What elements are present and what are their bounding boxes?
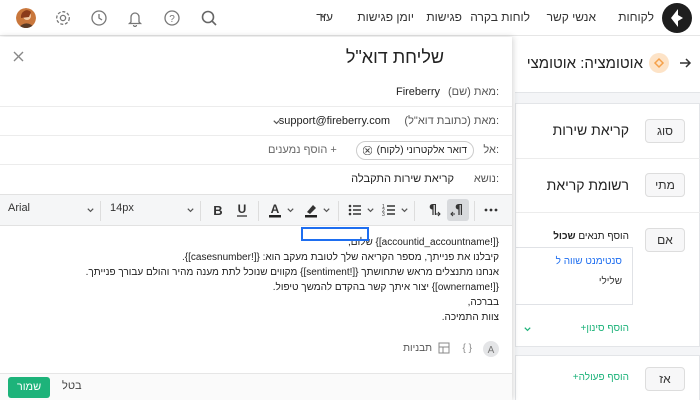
svg-text:A: A	[488, 345, 495, 356]
more-options-icon[interactable]	[480, 199, 502, 221]
svg-text:B: B	[213, 203, 222, 218]
body-line: בברכה,	[467, 297, 499, 308]
modal-title: שליחת דוא"ל	[345, 47, 444, 67]
svg-text:¶: ¶	[455, 203, 463, 218]
automation-panel: אוטומציה: אוטומצי סוג קריאת שירות מתי רש…	[515, 37, 700, 400]
text-format-icon[interactable]: A	[483, 341, 499, 357]
condition-field: סנטימנט שווה ל	[555, 256, 622, 267]
chevron-down-icon[interactable]	[272, 118, 281, 127]
send-email-modal: שליחת דוא"ל מאת (שם): Fireberry מאת (כתו…	[0, 37, 512, 400]
chevron-down-icon[interactable]	[318, 11, 328, 21]
chevron-down-icon[interactable]	[286, 206, 295, 215]
bold-button[interactable]: B	[207, 199, 229, 221]
automation-icon	[649, 53, 669, 73]
nav-contacts[interactable]: אנשי קשר	[547, 10, 596, 24]
body-line: קיבלנו את פנייתך, מספר הקריאה שלך לטובת …	[182, 252, 499, 263]
rtl-direction-button[interactable]: ¶	[447, 199, 469, 221]
body-line: צוות התמיכה.	[441, 312, 499, 323]
to-label: אל:	[483, 144, 499, 156]
clock-icon[interactable]	[90, 9, 108, 27]
braces-icon[interactable]: { }	[463, 343, 472, 354]
font-family-select[interactable]: Arial	[8, 202, 30, 214]
text-color-button[interactable]: A	[264, 199, 286, 221]
subject-label: נושא:	[473, 173, 499, 185]
search-icon[interactable]	[200, 9, 218, 27]
subject-input[interactable]: קריאת שירות התקבלה	[351, 173, 454, 185]
then-card: אז +הוסף פעולה	[515, 355, 700, 400]
type-value: קריאת שירות	[552, 122, 629, 138]
recipient-chip[interactable]: דואר אלקטרוני (לקוח)	[355, 141, 474, 160]
then-tag: אז	[645, 367, 685, 391]
automation-card: סוג קריאת שירות מתי רשומת קריאת אם הוסף …	[515, 103, 700, 347]
svg-text:U: U	[238, 202, 247, 216]
when-tag: מתי	[645, 173, 685, 197]
from-name-label: מאת (שם):	[448, 86, 499, 98]
nav-meetings[interactable]: פגישות	[426, 10, 462, 24]
when-value: רשומת קריאת	[546, 177, 629, 193]
if-tag: אם	[645, 228, 685, 252]
remove-chip-icon[interactable]	[362, 146, 372, 155]
from-email-label: מאת (כתובת דוא"ל):	[404, 115, 499, 127]
add-filter-link[interactable]: +הוסף סינון	[577, 323, 630, 334]
cancel-button[interactable]: בטל	[62, 380, 82, 392]
automation-header: אוטומציה: אוטומצי	[515, 37, 700, 93]
fireberry-logo[interactable]	[662, 3, 692, 33]
chevron-down-icon[interactable]	[400, 206, 409, 215]
svg-text:A: A	[271, 202, 280, 216]
template-grid-icon[interactable]	[438, 342, 450, 354]
from-email-row: מאת (כתובת דוא"ל): support@fireberry.com	[0, 108, 512, 136]
bullet-list-button[interactable]	[344, 199, 366, 221]
svg-text:¶: ¶	[429, 203, 437, 218]
nav-customers[interactable]: לקוחות	[618, 10, 654, 24]
add-recipients-link[interactable]: הוסף נמענים +	[268, 144, 340, 156]
chevron-down-icon[interactable]	[366, 206, 375, 215]
app-root: לקוחות אנשי קשר לוחות בקרה פגישות יומן פ…	[0, 0, 700, 400]
body-line: {[!ownername]} יצור איתך קשר בהקדם להמשך…	[272, 282, 499, 293]
bell-icon[interactable]	[126, 9, 144, 27]
close-icon[interactable]	[13, 51, 24, 62]
editor-toolbar: Arial 14px B U A 1 2 3 ¶ ¶	[0, 194, 512, 226]
body-line: אנחנו מתנצלים מראש שתחושתך {[!sentiment]…	[85, 267, 499, 278]
back-arrow-icon[interactable]	[678, 56, 692, 70]
nav-meetings-calendar[interactable]: יומן פגישות	[357, 10, 414, 24]
type-tag: סוג	[645, 119, 685, 143]
gear-icon[interactable]	[54, 9, 72, 27]
help-icon[interactable]: ?	[163, 9, 181, 27]
svg-text:3: 3	[382, 212, 385, 218]
to-row: אל: דואר אלקטרוני (לקוח) הוסף נמענים +	[0, 137, 512, 165]
top-nav: לקוחות אנשי קשר לוחות בקרה פגישות יומן פ…	[0, 0, 700, 36]
user-avatar[interactable]	[16, 8, 36, 28]
templates-button[interactable]: תבניות	[403, 343, 432, 354]
underline-button[interactable]: U	[231, 199, 253, 221]
chevron-down-icon[interactable]	[523, 325, 532, 334]
from-email-select[interactable]: support@fireberry.com	[279, 115, 390, 127]
font-size-select[interactable]: 14px	[110, 202, 134, 214]
svg-text:?: ?	[169, 14, 175, 25]
ltr-direction-button[interactable]: ¶	[422, 199, 444, 221]
modal-footer: שמור בטל	[0, 373, 512, 400]
subject-row: נושא: קריאת שירות התקבלה	[0, 166, 512, 194]
chevron-down-icon[interactable]	[186, 206, 195, 215]
numbered-list-button[interactable]: 123	[378, 199, 400, 221]
highlight-button[interactable]	[300, 199, 322, 221]
body-line: {[!accountid_accountname]} שלום,	[348, 237, 499, 248]
chevron-down-icon[interactable]	[86, 206, 95, 215]
add-action-link[interactable]: +הוסף פעולה	[569, 372, 629, 383]
condition-value: שלילי	[598, 276, 622, 287]
add-conditions-label: הוסף תנאים שכול	[553, 231, 629, 242]
chevron-down-icon[interactable]	[322, 206, 331, 215]
nav-dashboards[interactable]: לוחות בקרה	[470, 10, 530, 24]
save-button[interactable]: שמור	[8, 377, 50, 398]
automation-title: אוטומציה: אוטומצי	[526, 55, 643, 72]
from-name-field[interactable]: Fireberry	[396, 86, 440, 98]
sentiment-placeholder-highlight	[301, 227, 369, 241]
from-name-row: מאת (שם): Fireberry	[0, 79, 512, 107]
condition-box[interactable]: סנטימנט שווה ל שלילי	[516, 247, 633, 305]
